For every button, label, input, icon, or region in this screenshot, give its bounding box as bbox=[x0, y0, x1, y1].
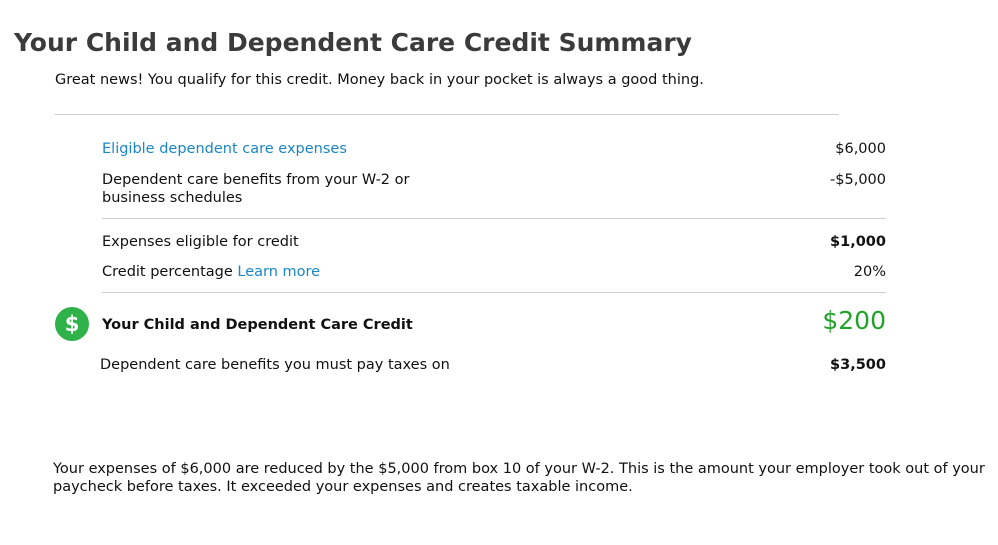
divider-mid-2 bbox=[102, 292, 886, 293]
explanation-text: Your expenses of $6,000 are reduced by t… bbox=[53, 461, 985, 495]
w2-benefits-value: -$5,000 bbox=[830, 172, 886, 188]
divider-top bbox=[55, 114, 839, 115]
taxable-benefits-label: Dependent care benefits you must pay tax… bbox=[100, 357, 450, 373]
intro-text: Great news! You qualify for this credit.… bbox=[55, 72, 704, 88]
credit-percentage-label: Credit percentage bbox=[102, 264, 233, 280]
expenses-for-credit-value: $1,000 bbox=[830, 234, 886, 250]
eligible-expenses-link[interactable]: Eligible dependent care expenses bbox=[102, 140, 347, 158]
learn-more-link[interactable]: Learn more bbox=[237, 264, 320, 280]
credit-percentage-value: 20% bbox=[853, 264, 886, 280]
expenses-for-credit-label: Expenses eligible for credit bbox=[102, 234, 299, 250]
page-title: Your Child and Dependent Care Credit Sum… bbox=[14, 28, 692, 57]
credit-value: $200 bbox=[822, 306, 886, 335]
divider-mid-1 bbox=[102, 218, 886, 219]
eligible-expenses-value: $6,000 bbox=[835, 141, 886, 157]
w2-benefits-label: Dependent care benefits from your W-2 or… bbox=[102, 172, 410, 206]
credit-label: Your Child and Dependent Care Credit bbox=[102, 317, 413, 333]
credit-percentage-row: Credit percentage Learn more bbox=[102, 263, 320, 281]
taxable-benefits-value: $3,500 bbox=[830, 357, 886, 373]
dollar-circle-icon: $ bbox=[55, 307, 89, 341]
